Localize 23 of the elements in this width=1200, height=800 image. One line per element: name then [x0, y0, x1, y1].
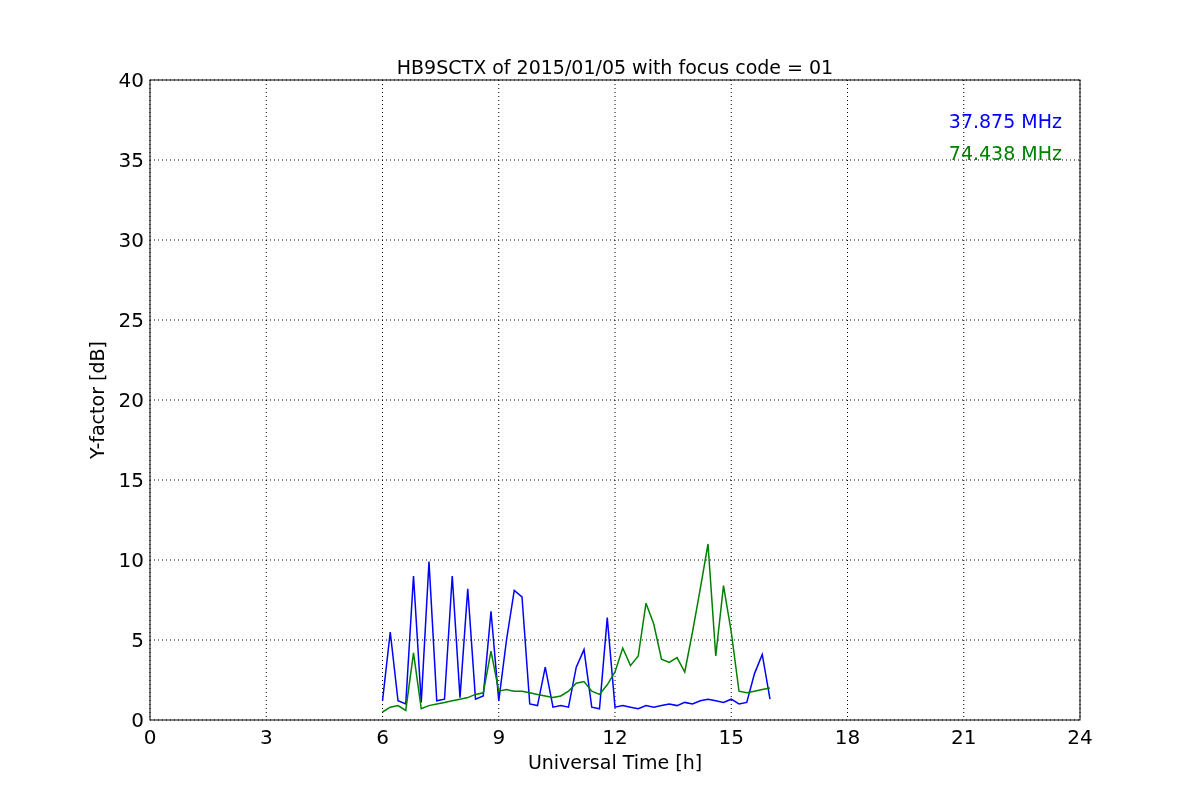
x-tick-label: 12 [602, 725, 628, 749]
x-tick-label: 9 [492, 725, 506, 749]
chart-title: HB9SCTX of 2015/01/05 with focus code = 01 [396, 56, 834, 78]
x-tick-label: 6 [376, 725, 389, 749]
legend-label: 74.438 MHz [948, 142, 1062, 164]
legend-label: 37.875 MHz [948, 110, 1062, 132]
x-tick-label: 21 [951, 725, 977, 749]
y-tick-label: 20 [118, 388, 144, 412]
y-tick-label: 10 [118, 548, 144, 572]
y-tick-label: 35 [118, 148, 144, 172]
y-tick-label: 15 [118, 468, 144, 492]
y-tick-label: 40 [118, 68, 144, 92]
x-axis-label: Universal Time [h] [527, 751, 703, 773]
y-tick-label: 25 [118, 308, 144, 332]
y-axis-label: Y-factor [dB] [86, 341, 108, 459]
x-tick-label: 15 [718, 725, 744, 749]
y-tick-label: 0 [131, 708, 144, 732]
x-tick-label: 24 [1067, 725, 1093, 749]
y-tick-label: 5 [131, 628, 144, 652]
y-tick-label: 30 [118, 228, 144, 252]
x-tick-label: 18 [834, 725, 861, 749]
x-tick-label: 0 [143, 725, 157, 749]
x-tick-label: 3 [259, 725, 273, 749]
